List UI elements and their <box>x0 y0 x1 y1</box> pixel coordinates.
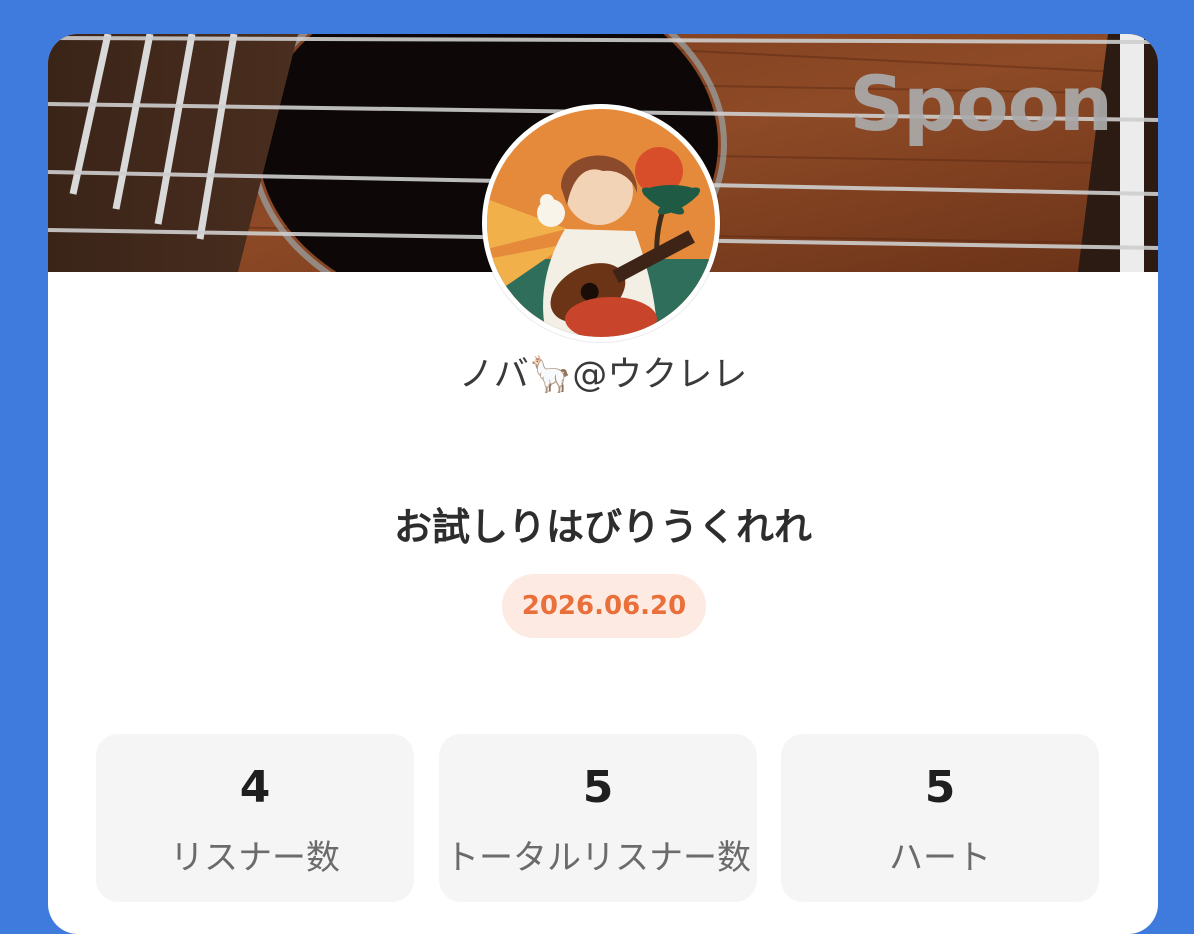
ukulele-girl-avatar-icon <box>487 109 715 337</box>
avatar[interactable] <box>482 104 720 342</box>
username: ノバ🦙@ウクレレ <box>458 355 748 395</box>
broadcast-title: お試しりはびりうくれれ <box>393 505 812 549</box>
stat-label: トータルリスナー数 <box>445 838 751 878</box>
stat-label: ハート <box>889 838 991 878</box>
stat-label: リスナー数 <box>170 838 340 878</box>
stat-hearts: 5 ハート <box>781 734 1099 902</box>
stat-value: 5 <box>924 762 956 813</box>
stat-listeners: 4 リスナー数 <box>96 734 414 902</box>
stat-value: 4 <box>239 762 271 813</box>
spoon-logo: Spoon <box>849 59 1113 148</box>
date-badge: 2026.06.20 <box>502 574 706 638</box>
stat-value: 5 <box>582 762 614 813</box>
stat-total-listeners: 5 トータルリスナー数 <box>439 734 757 902</box>
profile-card: Spoon ノバ🦙@ウクレレ お試しりはびりうくれれ 2026.06.20 4 … <box>48 34 1158 934</box>
